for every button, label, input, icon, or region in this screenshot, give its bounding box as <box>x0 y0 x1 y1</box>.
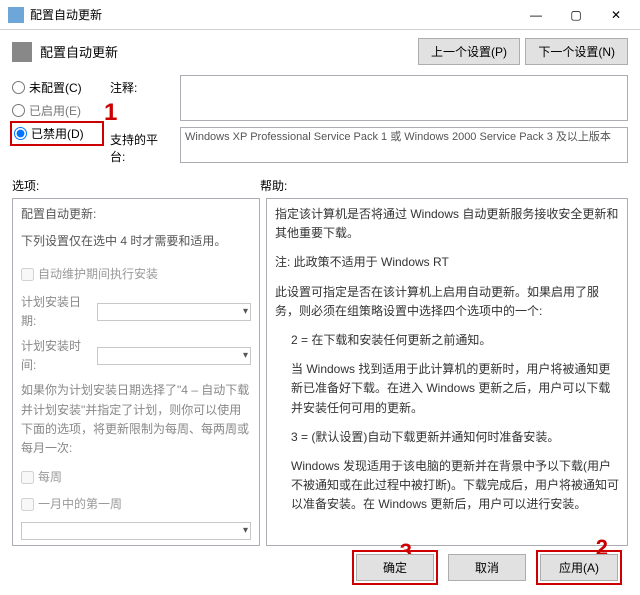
chk-first-week-input <box>21 498 34 511</box>
options-panel[interactable]: 配置自动更新: 下列设置仅在选中 4 时才需要和适用。 自动维护期间执行安装 计… <box>12 198 260 546</box>
window-titlebar: 配置自动更新 — ▢ ✕ <box>0 0 640 30</box>
help-p3: 此设置可指定是否在该计算机上启用自动更新。如果启用了服务，则必须在组策略设置中选… <box>275 283 619 321</box>
schedule-time-select[interactable]: ▾ <box>97 347 251 365</box>
radio-enabled[interactable]: 已启用(E) <box>12 102 102 119</box>
supported-platform-text: Windows XP Professional Service Pack 1 或… <box>180 127 628 163</box>
radio-disabled[interactable]: 已禁用(D) <box>14 125 100 142</box>
annotation-1: 1 <box>104 99 117 127</box>
ok-button[interactable]: 确定 <box>356 554 434 581</box>
chk-maintenance[interactable]: 自动维护期间执行安装 <box>21 265 251 284</box>
radio-disabled-label: 已禁用(D) <box>31 125 84 142</box>
help-p2: 注: 此政策不适用于 Windows RT <box>275 253 619 272</box>
close-button[interactable]: ✕ <box>596 1 636 29</box>
cancel-button[interactable]: 取消 <box>448 554 526 581</box>
comment-label: 注释: <box>110 75 172 96</box>
chk-maintenance-input <box>21 268 34 281</box>
chk-weekly-label: 每周 <box>38 468 62 487</box>
schedule-time-label: 计划安装时间: <box>21 337 91 375</box>
options-heading: 配置自动更新: <box>21 205 251 224</box>
radio-not-configured[interactable]: 未配置(C) <box>12 79 102 96</box>
schedule-date-label: 计划安装日期: <box>21 293 91 331</box>
help-p4: 2 = 在下载和安装任何更新之前通知。 <box>275 331 619 350</box>
chk-first-week[interactable]: 一月中的第一周 <box>21 495 251 514</box>
options-header: 选项: <box>12 177 260 194</box>
options-bottom-select[interactable] <box>21 522 251 540</box>
minimize-button[interactable]: — <box>516 1 556 29</box>
prev-setting-button[interactable]: 上一个设置(P) <box>418 38 520 65</box>
chk-weekly[interactable]: 每周 <box>21 468 251 487</box>
dialog-footer: 确定 取消 应用(A) <box>0 544 640 591</box>
help-p7: Windows 发现适用于该电脑的更新并在背景中予以下载(用户不被通知或在此过程… <box>275 457 619 515</box>
app-icon <box>8 7 24 23</box>
options-note: 下列设置仅在选中 4 时才需要和适用。 <box>21 232 251 251</box>
help-p5: 当 Windows 找到适用于此计算机的更新时，用户将被通知更新已准备好下载。在… <box>275 360 619 418</box>
radio-not-configured-input[interactable] <box>12 81 25 94</box>
help-p1: 指定该计算机是否将通过 Windows 自动更新服务接收安全更新和其他重要下载。 <box>275 205 619 243</box>
next-setting-button[interactable]: 下一个设置(N) <box>525 38 628 65</box>
chk-weekly-input <box>21 471 34 484</box>
policy-icon <box>12 42 32 62</box>
window-title: 配置自动更新 <box>30 6 516 23</box>
help-panel[interactable]: 指定该计算机是否将通过 Windows 自动更新服务接收安全更新和其他重要下载。… <box>266 198 628 546</box>
comment-input[interactable] <box>180 75 628 121</box>
chk-first-week-label: 一月中的第一周 <box>38 495 122 514</box>
options-long-note: 如果你为计划安装日期选择了"4 – 自动下载并计划安装"并指定了计划，则你可以使… <box>21 381 251 458</box>
apply-button[interactable]: 应用(A) <box>540 554 618 581</box>
radio-enabled-label: 已启用(E) <box>29 102 81 119</box>
platform-label: 支持的平台: <box>110 127 172 165</box>
radio-disabled-input[interactable] <box>14 127 27 140</box>
radio-not-configured-label: 未配置(C) <box>29 79 82 96</box>
chevron-down-icon: ▾ <box>243 348 248 364</box>
dialog-header: 配置自动更新 上一个设置(P) 下一个设置(N) <box>12 38 628 65</box>
help-header: 帮助: <box>260 177 628 194</box>
radio-enabled-input[interactable] <box>12 104 25 117</box>
schedule-date-select[interactable]: ▾ <box>97 303 251 321</box>
chk-maintenance-label: 自动维护期间执行安装 <box>38 265 158 284</box>
policy-title: 配置自动更新 <box>40 42 118 61</box>
maximize-button[interactable]: ▢ <box>556 1 596 29</box>
chevron-down-icon: ▾ <box>243 304 248 320</box>
help-p6: 3 = (默认设置)自动下载更新并通知何时准备安装。 <box>275 428 619 447</box>
